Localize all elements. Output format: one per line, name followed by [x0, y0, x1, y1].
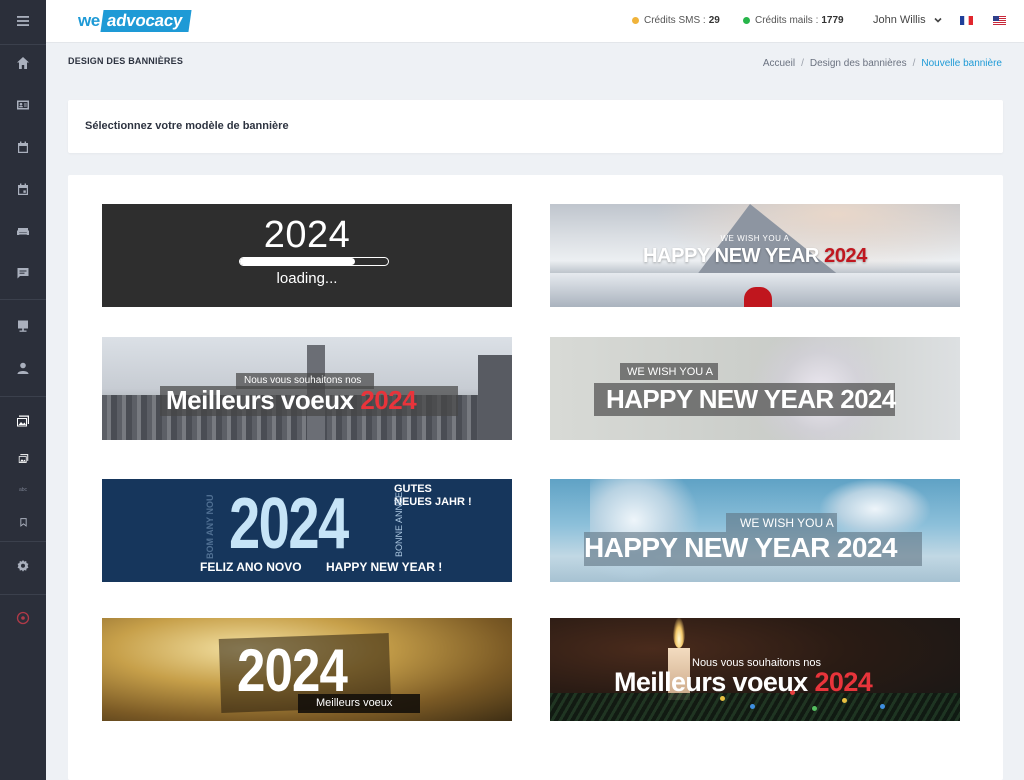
images-icon[interactable] — [0, 409, 46, 433]
mail-status-dot — [743, 17, 750, 24]
banner-headline: HAPPY NEW YEAR 2024 — [584, 532, 897, 563]
banner-headline-text: Meilleurs voeux — [614, 667, 808, 697]
user-name: John Willis — [873, 14, 926, 26]
banner-bonne-annee: BONNE ANNÉE — [394, 491, 404, 557]
banner-feliz: FELIZ ANO NOVO — [200, 560, 302, 574]
image-icon[interactable] — [0, 446, 46, 470]
banner-flame — [673, 618, 685, 648]
select-template-label: Sélectionnez votre modèle de bannière — [85, 120, 289, 132]
banner-template-loading[interactable]: 2024 loading... — [102, 204, 512, 307]
user-menu[interactable]: John Willis — [873, 14, 942, 26]
breadcrumb-banners[interactable]: Design des bannières — [810, 58, 907, 69]
banner-gutes-line2: NEUES JAHR ! — [394, 496, 472, 508]
banner-template-city[interactable]: Nous vous souhaitons nos Meilleurs voeux… — [102, 337, 512, 440]
top-header: we advocacy Crédits SMS : 29 Crédits mai… — [46, 0, 1024, 43]
sidebar-divider — [0, 299, 46, 300]
banner-template-multilingual[interactable]: BOM ANY NOU 2024 GUTES NEUES JAHR ! BONNE… — [102, 479, 512, 582]
chevron-down-icon — [934, 17, 942, 23]
banner-headline: HAPPY NEW YEAR 2024 — [606, 384, 896, 414]
breadcrumb-separator: / — [912, 58, 916, 69]
loading-bar-fill — [240, 258, 356, 265]
sidebar-divider — [0, 44, 46, 45]
breadcrumb-current: Nouvelle bannière — [921, 58, 1002, 69]
banner-headline-text: Meilleurs voeux — [166, 385, 354, 415]
banner-happy: HAPPY NEW YEAR ! — [326, 560, 443, 574]
loading-bar — [239, 257, 389, 266]
banner-tower — [478, 355, 512, 440]
banner-subtitle: WE WISH YOU A — [627, 366, 713, 378]
sms-credits-value: 29 — [708, 15, 720, 26]
banner-headline: Meilleurs voeux 2024 — [614, 667, 873, 698]
breadcrumb-separator: / — [801, 58, 804, 69]
mail-credits-label: Crédits mails : — [755, 15, 819, 26]
sms-credits-label: Crédits SMS : — [644, 15, 706, 26]
banner-snow-tree — [590, 479, 700, 582]
banner-light — [812, 706, 817, 711]
banner-year: 2024 — [263, 214, 351, 256]
banner-template-snow[interactable]: WE WISH YOU A HAPPY NEW YEAR 2024 — [550, 479, 960, 582]
banner-headline-text: HAPPY NEW YEAR — [642, 245, 819, 267]
banner-template-star[interactable]: WE WISH YOU A HAPPY NEW YEAR 2024 — [550, 337, 960, 440]
logo[interactable]: we advocacy — [78, 9, 192, 33]
person-icon[interactable] — [0, 356, 46, 380]
contact-card-icon[interactable] — [0, 93, 46, 117]
banner-template-candle[interactable]: Nous vous souhaitons nos Meilleurs voeux… — [550, 618, 960, 721]
banner-subtitle: WE WISH YOU A — [740, 516, 834, 530]
breadcrumb: Accueil / Design des bannières / Nouvell… — [763, 58, 1002, 69]
monitor-icon[interactable] — [0, 314, 46, 338]
banner-year: 2024 — [814, 667, 873, 697]
banner-light — [880, 704, 885, 709]
mail-credits: Crédits mails : 1779 — [743, 15, 844, 26]
banner-headline: HAPPY NEW YEAR 2024 — [550, 245, 960, 268]
banner-mountain — [690, 204, 850, 284]
banner-light — [750, 704, 755, 709]
banner-subtitle: WE WISH YOU A — [720, 234, 790, 243]
sms-credits: Crédits SMS : 29 — [632, 15, 720, 26]
sidebar-divider — [0, 541, 46, 542]
banner-gutes: GUTES NEUES JAHR ! — [394, 483, 472, 509]
logo-advocacy-text: advocacy — [100, 10, 192, 32]
select-template-card: Sélectionnez votre modèle de bannière — [68, 100, 1003, 153]
page-title: DESIGN DES BANNIÈRES — [68, 56, 184, 66]
sofa-icon[interactable] — [0, 219, 46, 243]
banner-template-gold[interactable]: 2024 Meilleurs voeux — [102, 618, 512, 721]
fr-flag-icon[interactable] — [960, 16, 973, 25]
banner-year: 2024 — [229, 484, 349, 564]
mail-credits-value: 1779 — [821, 15, 844, 26]
banner-headline: Meilleurs voeux 2024 — [166, 385, 417, 416]
abc-icon[interactable]: abc — [0, 478, 46, 502]
calendar-event-icon[interactable] — [0, 177, 46, 201]
banner-subtitle: Meilleurs voeux — [316, 697, 393, 709]
chat-icon[interactable] — [0, 261, 46, 285]
home-icon[interactable] — [0, 51, 46, 75]
us-flag-icon[interactable] — [993, 16, 1006, 25]
menu-icon[interactable] — [0, 9, 46, 33]
calendar-icon[interactable] — [0, 135, 46, 159]
banner-vertical-greeting: BOM ANY NOU — [205, 494, 215, 559]
sidebar-divider — [0, 396, 46, 397]
loading-text: loading... — [276, 270, 338, 287]
sidebar: abc — [0, 0, 46, 780]
banner-template-mountain[interactable]: WE WISH YOU A HAPPY NEW YEAR 2024 — [550, 204, 960, 307]
sidebar-divider — [0, 594, 46, 595]
logo-we-text: we — [78, 11, 100, 30]
breadcrumb-home[interactable]: Accueil — [763, 58, 795, 69]
banner-year: 2024 — [824, 245, 867, 267]
sms-status-dot — [632, 17, 639, 24]
bookmark-icon[interactable] — [0, 510, 46, 534]
banner-light — [842, 698, 847, 703]
target-icon[interactable] — [0, 606, 46, 630]
gear-icon[interactable] — [0, 554, 46, 578]
banner-gallery: 2024 loading... WE WISH YOU A HAPPY NEW … — [68, 175, 1003, 780]
banner-person — [744, 287, 772, 307]
banner-year: 2024 — [360, 385, 417, 415]
